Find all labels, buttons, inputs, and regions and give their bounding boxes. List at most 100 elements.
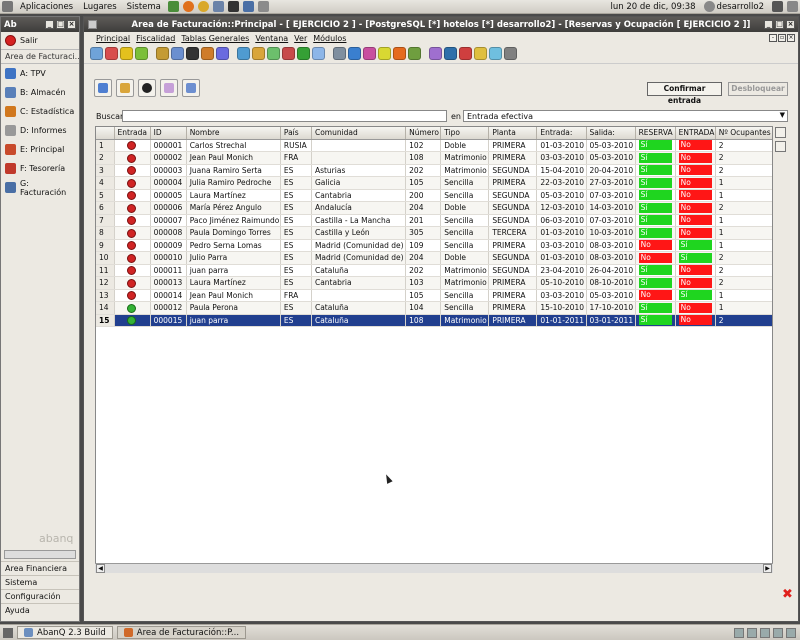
toolbar-tool-icon[interactable]: [135, 47, 148, 60]
launcher-icon[interactable]: [167, 1, 179, 12]
toolbar-tool-icon[interactable]: [504, 47, 517, 60]
menu-principal[interactable]: Principal: [96, 34, 130, 43]
trash-icon[interactable]: [786, 627, 796, 638]
toolbar-tool-icon[interactable]: [282, 47, 295, 60]
gnome-foot-icon[interactable]: [2, 1, 13, 12]
toolbar-tool-icon[interactable]: [156, 47, 169, 60]
search-input[interactable]: [122, 110, 447, 122]
column-header[interactable]: Comunidad: [311, 127, 407, 140]
toolbar-tool-icon[interactable]: [444, 47, 457, 60]
main-window-titlebar[interactable]: Area de Facturación::Principal - [ EJERC…: [84, 17, 798, 32]
toolbar-tool-icon[interactable]: [363, 47, 376, 60]
table-row[interactable]: 13 000014 Jean Paul Monich FRA 105 Sencilla PR…: [96, 289, 772, 302]
table-row[interactable]: 12 000013 Laura Martínez ES Cantabria 103 Matr…: [96, 276, 772, 290]
filter-icon[interactable]: [775, 141, 786, 152]
mdi-minimize-button[interactable]: -: [769, 34, 777, 42]
toolbar-tool-icon[interactable]: [474, 47, 487, 60]
toolbar-tool-icon[interactable]: [459, 47, 472, 60]
table-row[interactable]: 5 000005 Laura Martínez ES Cantabria 200 Senci…: [96, 189, 772, 202]
area-configuracion[interactable]: Configuración: [1, 589, 79, 603]
scroll-right-button[interactable]: ▶: [763, 564, 772, 573]
table-row[interactable]: 3 000003 Juana Ramiro Serta ES Asturias 202 Ma…: [96, 164, 772, 177]
column-header[interactable]: Número: [405, 127, 442, 140]
task-abanq[interactable]: AbanQ 2.3 Build: [17, 626, 113, 639]
new-record-button[interactable]: [94, 79, 112, 97]
task-facturacion[interactable]: Area de Facturación::P...: [116, 626, 247, 639]
mdi-close-button[interactable]: ×: [787, 34, 795, 42]
table-row[interactable]: 10 000010 Julio Parra ES Madrid (Comunidad d…: [96, 251, 772, 265]
main-maximize-button[interactable]: □: [775, 20, 784, 29]
toolbar-tool-icon[interactable]: [378, 47, 391, 60]
confirmar-entrada-button[interactable]: Confirmar entrada: [647, 82, 722, 105]
column-header[interactable]: [96, 127, 115, 140]
maximize-button[interactable]: □: [56, 20, 65, 29]
table-row[interactable]: 9 000009 Pedro Serna Lomas ES Madrid (Comuni…: [96, 239, 772, 252]
salir-button[interactable]: Salir: [1, 32, 79, 50]
menu-fiscalidad[interactable]: Fiscalidad: [136, 34, 175, 43]
menu-ventana[interactable]: Ventana: [255, 34, 288, 43]
menu-ver[interactable]: Ver: [294, 34, 307, 43]
close-button[interactable]: ×: [67, 20, 76, 29]
toolbar-tool-icon[interactable]: [297, 47, 310, 60]
area-financiera[interactable]: Area Financiera: [1, 561, 79, 575]
menu-sistema[interactable]: Sistema: [122, 2, 166, 12]
table-row[interactable]: 8 000008 Paula Domingo Torres ES Castilla y …: [96, 226, 772, 240]
toolbar-tool-icon[interactable]: [201, 47, 214, 60]
toolbar-tool-icon[interactable]: [333, 47, 346, 60]
area-ayuda[interactable]: Ayuda: [1, 603, 79, 617]
main-close-button[interactable]: ×: [786, 20, 795, 29]
module-item[interactable]: F: Tesorería: [1, 159, 79, 178]
search-field-select[interactable]: Entrada efectiva ▼: [463, 110, 788, 122]
window-icon[interactable]: [88, 20, 97, 29]
power-icon[interactable]: [787, 1, 798, 12]
toolbar-tool-icon[interactable]: [237, 47, 250, 60]
table-row[interactable]: 4 000004 Julia Ramiro Pedroche ES Galicia 105…: [96, 176, 772, 190]
scroll-left-button[interactable]: ◀: [96, 564, 105, 573]
show-desktop-icon[interactable]: [3, 627, 13, 638]
main-minimize-button[interactable]: _: [764, 20, 773, 29]
module-item[interactable]: G: Facturación: [1, 178, 79, 197]
left-window-titlebar[interactable]: Ab _ □ ×: [1, 17, 79, 32]
column-header[interactable]: Entrada: [114, 127, 151, 140]
file-manager-icon[interactable]: [212, 1, 224, 12]
area-sistema[interactable]: Sistema: [1, 575, 79, 589]
toolbar-tool-icon[interactable]: [120, 47, 133, 60]
module-item[interactable]: D: Informes: [1, 121, 79, 140]
column-header[interactable]: Entrada:: [536, 127, 587, 140]
table-row[interactable]: 1 000001 Carlos Strechal RUSIA 102 Doble PRIME…: [96, 139, 772, 152]
chrome-icon[interactable]: [197, 1, 209, 12]
column-header[interactable]: Tipo: [440, 127, 490, 140]
desbloquear-button[interactable]: Desbloquear: [728, 82, 788, 96]
menu-aplicaciones[interactable]: Aplicaciones: [15, 2, 78, 12]
workspace-1[interactable]: [734, 627, 744, 638]
workspace-2[interactable]: [747, 627, 757, 638]
minimize-button[interactable]: _: [45, 20, 54, 29]
toolbar-tool-icon[interactable]: [216, 47, 229, 60]
toolbar-tool-icon[interactable]: [348, 47, 361, 60]
menu-lugares[interactable]: Lugares: [78, 2, 122, 12]
clock[interactable]: lun 20 de dic, 09:38: [611, 2, 702, 12]
browse-record-button[interactable]: [160, 79, 178, 97]
workspace-3[interactable]: [760, 627, 770, 638]
module-item[interactable]: E: Principal: [1, 140, 79, 159]
left-horizontal-scrollbar[interactable]: [4, 550, 76, 559]
table-row[interactable]: 14 000012 Paula Perona ES Cataluña 104 Sencill…: [96, 301, 772, 315]
toolbar-tool-icon[interactable]: [429, 47, 442, 60]
module-item[interactable]: B: Almacén: [1, 83, 79, 102]
close-form-icon[interactable]: ✖: [782, 587, 793, 602]
table-row[interactable]: 15 000015 juan parra ES Cataluña 108 Matrimoni…: [96, 314, 772, 327]
toolbar-tool-icon[interactable]: [393, 47, 406, 60]
table-row[interactable]: 2 000002 Jean Paul Monich FRA 108 Matrimonio P…: [96, 151, 772, 165]
workspace-4[interactable]: [773, 627, 783, 638]
column-header[interactable]: Nº Ocupantes: [715, 127, 772, 140]
app-launcher-icon[interactable]: [242, 1, 254, 12]
user-name[interactable]: desarrollo2: [717, 2, 770, 12]
column-header[interactable]: Salida:: [586, 127, 636, 140]
toolbar-tool-icon[interactable]: [267, 47, 280, 60]
module-item[interactable]: C: Estadística: [1, 102, 79, 121]
column-header[interactable]: País: [280, 127, 312, 140]
toolbar-tool-icon[interactable]: [312, 47, 325, 60]
mdi-restore-button[interactable]: ▫: [778, 34, 786, 42]
firefox-icon[interactable]: [182, 1, 194, 12]
delete-record-button[interactable]: [138, 79, 156, 97]
